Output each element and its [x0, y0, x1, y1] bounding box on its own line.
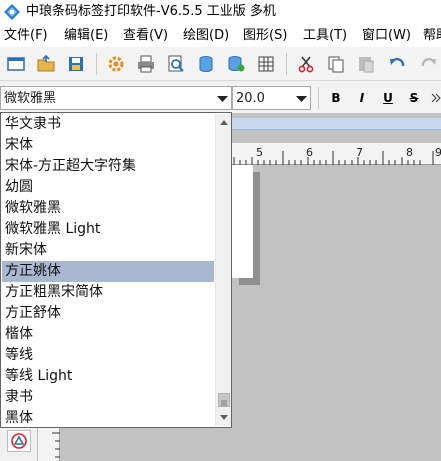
font-option[interactable]: 宋体: [2, 135, 214, 156]
menu-draw[interactable]: 绘图(D): [183, 27, 229, 45]
horizontal-ruler-ticks: 5 6 7 8 9: [233, 146, 441, 165]
toolbar-separator: [96, 53, 97, 75]
font-family-combobox[interactable]: 微软雅黑: [0, 86, 232, 110]
save-icon[interactable]: [66, 54, 86, 74]
italic-button[interactable]: I: [353, 89, 371, 107]
ruler-label: 7: [356, 146, 363, 159]
ruler-label: 6: [306, 146, 313, 159]
database-icon[interactable]: [196, 54, 216, 74]
label-canvas[interactable]: [232, 165, 253, 278]
toolbar-separator: [286, 53, 287, 75]
cut-icon[interactable]: [296, 54, 316, 74]
strikethrough-button[interactable]: S: [405, 89, 423, 107]
ruler-label: 8: [406, 146, 413, 159]
scroll-thumb[interactable]: [218, 393, 230, 407]
menu-shape[interactable]: 图形(S): [243, 27, 287, 45]
font-size-value: 20.0: [236, 91, 265, 106]
ruler-label: 9: [435, 146, 441, 159]
grip-icon: [221, 400, 227, 406]
font-option[interactable]: 黑体: [2, 408, 214, 427]
redo-icon[interactable]: [418, 54, 438, 74]
font-option[interactable]: 宋体-方正超大字符集: [2, 156, 214, 177]
font-option[interactable]: 等线: [2, 345, 214, 366]
ruler-label: 5: [256, 146, 263, 159]
toolbar-separator: [318, 87, 319, 109]
database-settings-icon[interactable]: [226, 54, 246, 74]
ruler-band: [232, 118, 441, 130]
menu-file[interactable]: 文件(F): [4, 27, 48, 45]
new-file-icon[interactable]: [6, 54, 26, 74]
triangle-shape-icon: [11, 433, 27, 449]
settings-gear-icon[interactable]: [106, 54, 126, 74]
undo-icon[interactable]: [388, 54, 408, 74]
open-folder-icon[interactable]: [36, 54, 56, 74]
font-option[interactable]: 华文隶书: [2, 114, 214, 135]
dropdown-scrollbar[interactable]: [215, 114, 231, 426]
scroll-up-icon[interactable]: [216, 114, 232, 131]
window-title: 中琅条码标签打印软件-V6.5.5 工业版 多机: [26, 4, 276, 19]
main-toolbar: [0, 47, 441, 81]
menu-window[interactable]: 窗口(W): [362, 27, 411, 45]
menu-help[interactable]: 帮助: [423, 27, 441, 45]
font-option[interactable]: 方正舒体: [2, 303, 214, 324]
font-option[interactable]: 新宋体: [2, 240, 214, 261]
format-toolbar: 微软雅黑 20.0 B I U S: [0, 82, 441, 113]
copy-icon[interactable]: [326, 54, 346, 74]
paste-icon[interactable]: [356, 54, 376, 74]
menu-view[interactable]: 查看(V): [123, 27, 168, 45]
font-size-combobox[interactable]: 20.0: [232, 86, 311, 110]
font-option[interactable]: 隶书: [2, 387, 214, 408]
font-option-selected[interactable]: 方正姚体: [2, 261, 214, 282]
grid-icon[interactable]: [256, 54, 276, 74]
font-option[interactable]: 微软雅黑: [2, 198, 214, 219]
shape-tool-button[interactable]: [7, 430, 31, 452]
app-logo-icon: [4, 4, 20, 20]
font-option[interactable]: 方正粗黑宋简体: [2, 282, 214, 303]
font-option[interactable]: 微软雅黑 Light: [2, 219, 214, 240]
print-preview-icon[interactable]: [166, 54, 186, 74]
print-icon[interactable]: [136, 54, 156, 74]
title-bar: 中琅条码标签打印软件-V6.5.5 工业版 多机: [0, 0, 441, 25]
bold-button[interactable]: B: [327, 89, 345, 107]
font-option[interactable]: 楷体: [2, 324, 214, 345]
font-option[interactable]: 幼圆: [2, 177, 214, 198]
underline-button[interactable]: U: [379, 89, 397, 107]
menu-bar: 文件(F) 编辑(E) 查看(V) 绘图(D) 图形(S) 工具(T) 窗口(W…: [0, 25, 441, 47]
menu-tools[interactable]: 工具(T): [303, 27, 347, 45]
font-family-value: 微软雅黑: [4, 91, 57, 106]
chevron-down-icon[interactable]: [293, 87, 310, 109]
horizontal-ruler: 5 6 7 8 9: [232, 143, 441, 165]
menu-edit[interactable]: 编辑(E): [64, 27, 108, 45]
chevron-down-icon[interactable]: [214, 87, 231, 109]
font-family-dropdown-list[interactable]: 华文隶书 宋体 宋体-方正超大字符集 幼圆 微软雅黑 微软雅黑 Light 新宋…: [0, 112, 232, 428]
more-format-icon[interactable]: [430, 89, 441, 107]
font-option[interactable]: 等线 Light: [2, 366, 214, 387]
scroll-down-icon[interactable]: [216, 409, 232, 426]
